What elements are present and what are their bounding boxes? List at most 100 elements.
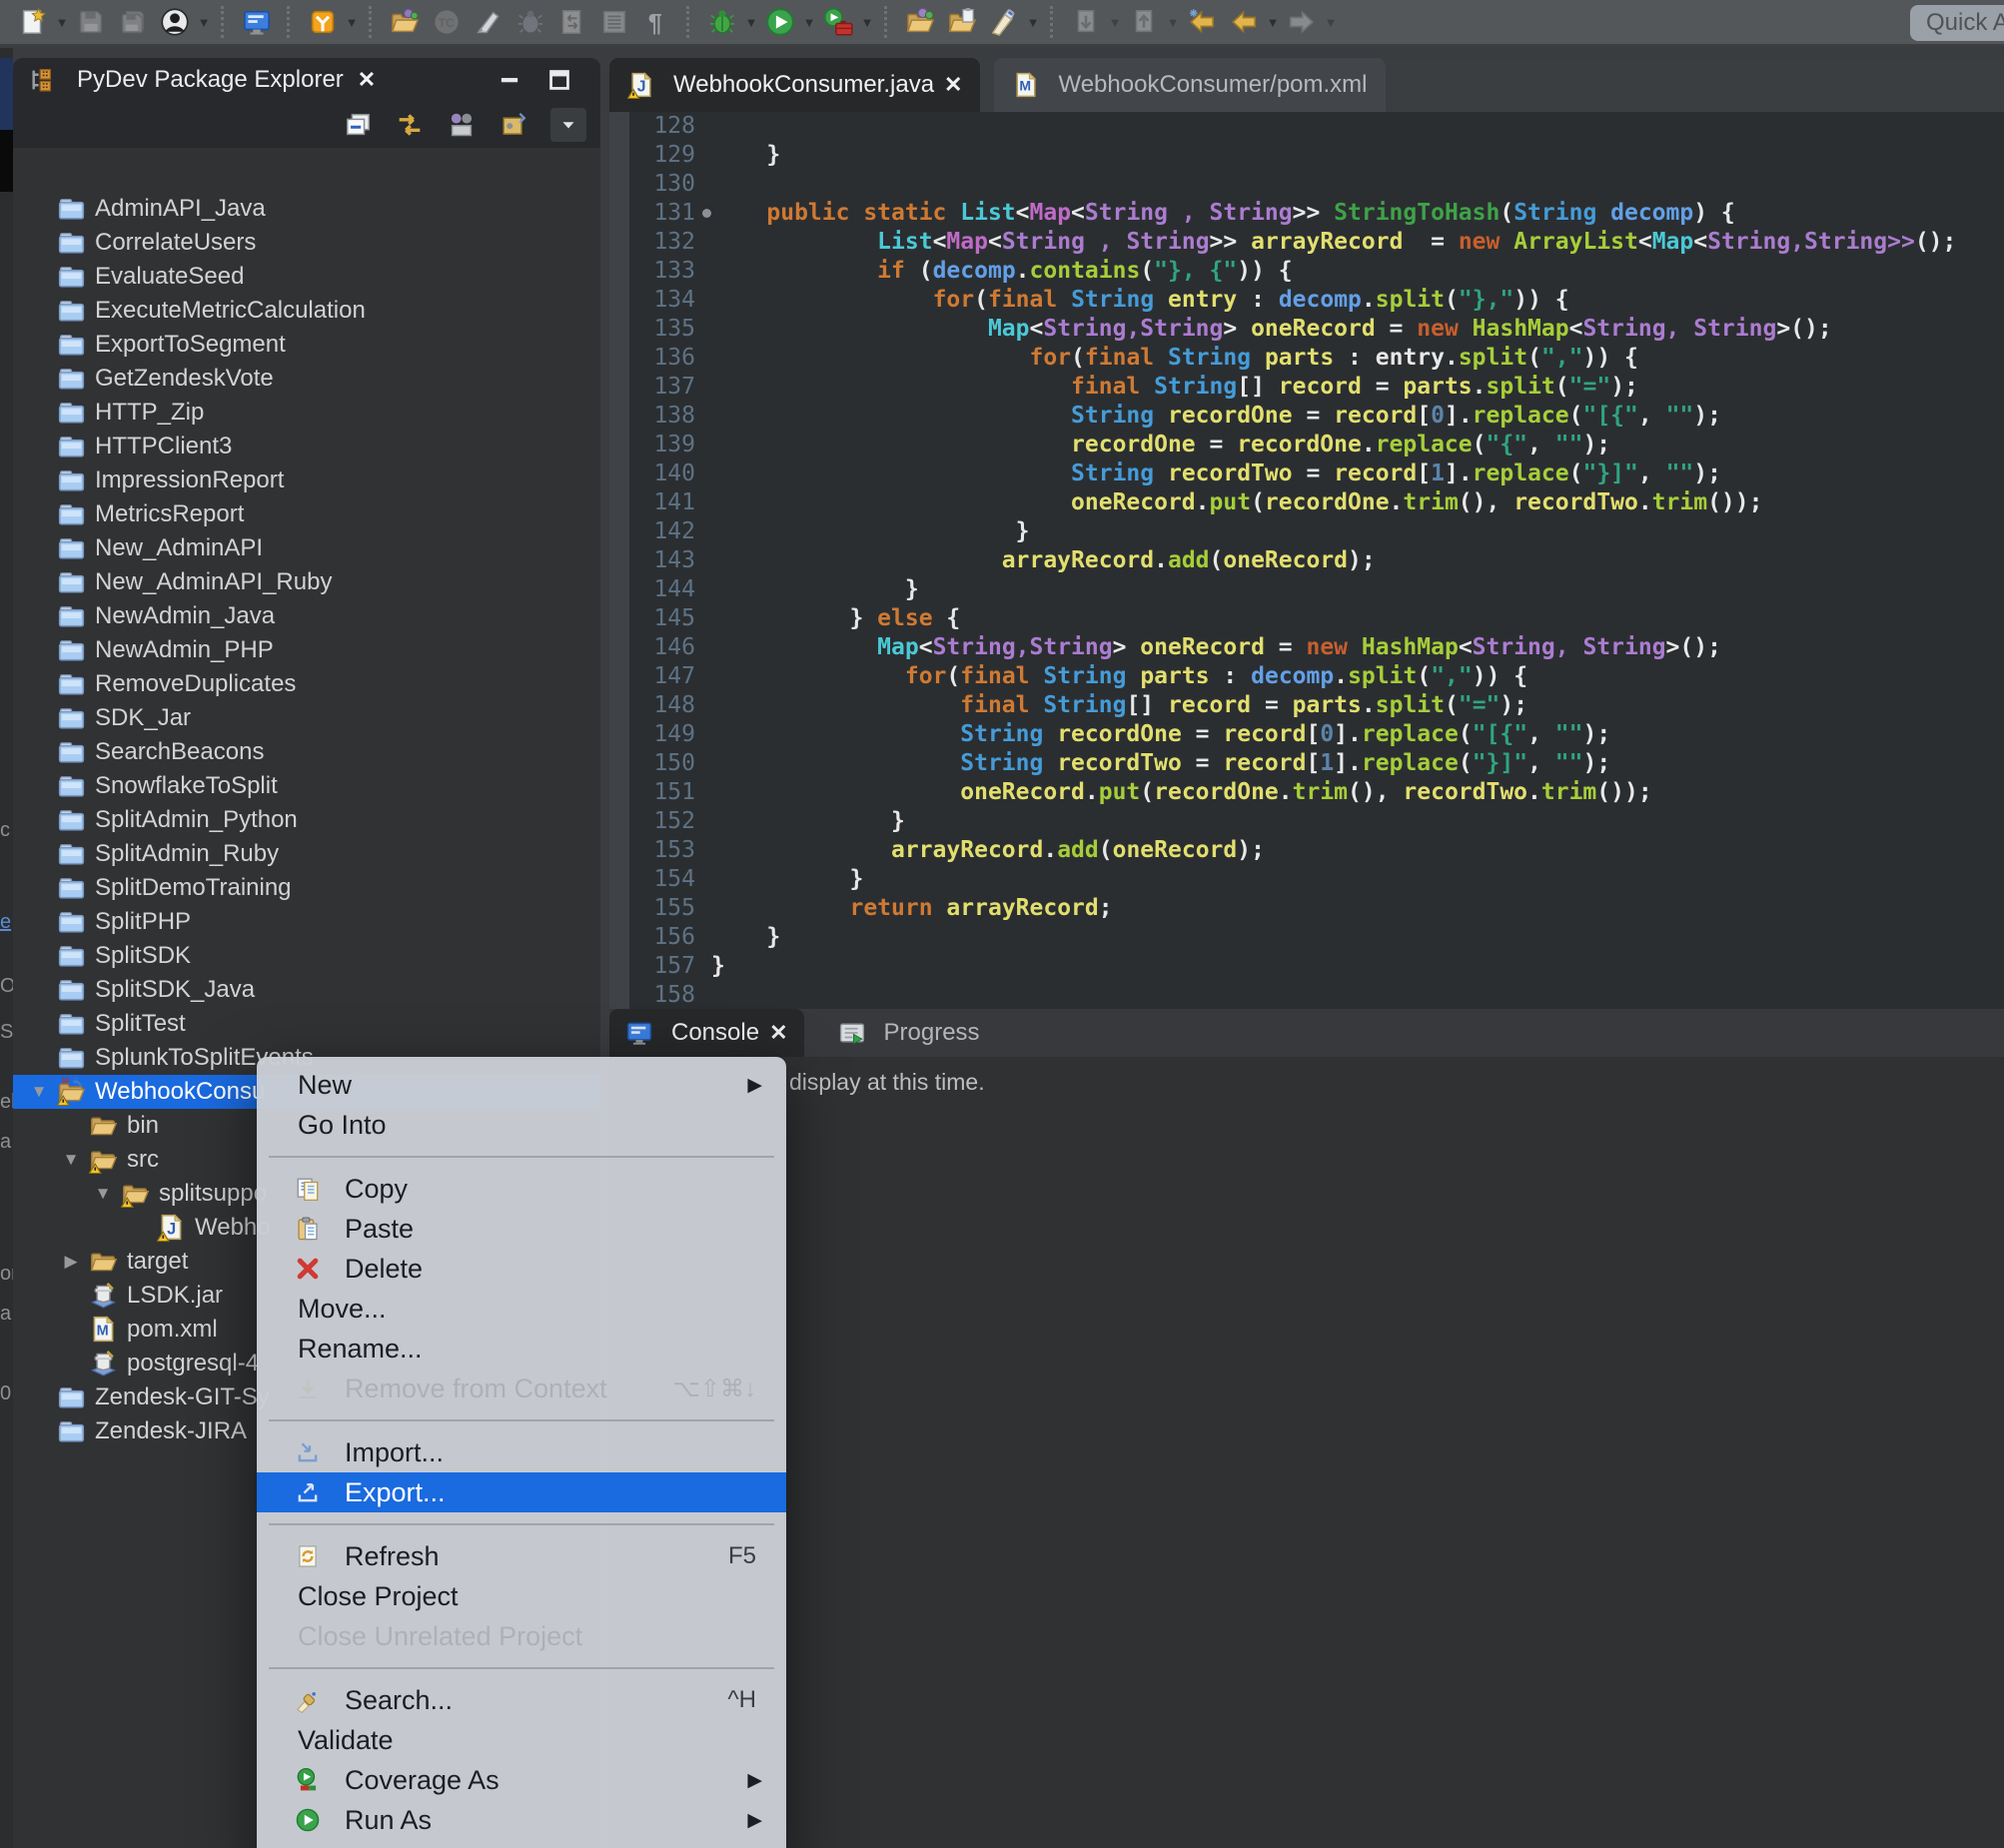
line-number[interactable]: 145 (609, 604, 711, 633)
expand-arrow-icon[interactable]: ▼ (61, 1150, 81, 1170)
line-number[interactable]: 132 (609, 228, 711, 257)
prev-annotation-dropdown-icon[interactable]: ▼ (1165, 15, 1181, 30)
tree-item-evaluateseed[interactable]: EvaluateSeed (13, 260, 600, 294)
line-number[interactable]: 128 (609, 112, 711, 141)
menu-item-search[interactable]: Search...^H (257, 1680, 786, 1720)
debug-dropdown-icon[interactable]: ▼ (743, 15, 759, 30)
tree-item-impressionreport[interactable]: ImpressionReport (13, 463, 600, 497)
line-number[interactable]: 146 (609, 633, 711, 662)
line-number[interactable]: 130 (609, 170, 711, 199)
forward-history-dropdown-icon[interactable]: ▼ (1323, 15, 1339, 30)
line-number[interactable]: 154 (609, 865, 711, 894)
line-number[interactable]: 141 (609, 488, 711, 517)
line-number[interactable]: 135 (609, 315, 711, 344)
tree-item-new-adminapi-ruby[interactable]: New_AdminAPI_Ruby (13, 565, 600, 599)
save-all-button[interactable] (112, 1, 154, 43)
run-button[interactable] (759, 1, 801, 43)
knife-tool-button[interactable] (468, 1, 509, 43)
split-tool-dropdown-icon[interactable]: ▼ (344, 15, 360, 30)
team-sync-button[interactable]: TC (426, 1, 468, 43)
menu-item-close-unrelated-project[interactable]: Close Unrelated Project (257, 1616, 786, 1656)
line-number[interactable]: 147 (609, 662, 711, 691)
last-edit-location-button[interactable] (1181, 1, 1223, 43)
line-number[interactable]: 150 (609, 749, 711, 778)
tree-item-httpclient3[interactable]: HTTPClient3 (13, 430, 600, 463)
menu-item-rename[interactable]: Rename... (257, 1329, 786, 1369)
profile-run-button[interactable] (817, 1, 859, 43)
show-whitespace-button[interactable]: ¶ (635, 1, 677, 43)
tab-pom-xml[interactable]: M WebhookConsumer/pom.xml (994, 58, 1385, 112)
close-icon[interactable]: ✕ (769, 1020, 787, 1046)
menu-item-copy[interactable]: Copy (257, 1169, 786, 1209)
tree-item-new-adminapi[interactable]: New_AdminAPI (13, 531, 600, 565)
close-icon[interactable]: ✕ (358, 67, 376, 93)
toggle-mark-button[interactable] (983, 1, 1025, 43)
maximize-icon[interactable] (546, 67, 572, 93)
close-icon[interactable]: ✕ (944, 72, 962, 98)
tree-item-correlateusers[interactable]: CorrelateUsers (13, 226, 600, 260)
menu-item-delete[interactable]: Delete (257, 1249, 786, 1289)
new-wizard-dropdown-icon[interactable]: ▼ (54, 15, 70, 30)
line-number[interactable]: 134 (609, 286, 711, 315)
line-number[interactable]: 129 (609, 141, 711, 170)
code-editor[interactable]: 128129 }130131 public static List<Map<St… (609, 112, 2004, 1009)
line-number[interactable]: 142 (609, 517, 711, 546)
line-number[interactable]: 144 (609, 575, 711, 604)
menu-item-export[interactable]: Export... (257, 1472, 786, 1512)
tree-item-snowflaketosplit[interactable]: SnowflakeToSplit (13, 769, 600, 803)
user-profile-dropdown-icon[interactable]: ▼ (196, 15, 212, 30)
back-history-dropdown-icon[interactable]: ▼ (1265, 15, 1281, 30)
view-menu-chevron-icon[interactable] (550, 108, 586, 142)
tree-item-adminapi-java[interactable]: AdminAPI_Java (13, 192, 600, 226)
expand-arrow-icon[interactable]: ▶ (61, 1252, 81, 1272)
menu-item-run-as[interactable]: Run As▶ (257, 1800, 786, 1840)
line-number[interactable]: 136 (609, 344, 711, 373)
tree-item-splitdemotraining[interactable]: SplitDemoTraining (13, 871, 600, 905)
compare-pages-button[interactable] (551, 1, 593, 43)
quick-access-button[interactable]: Quick A (1910, 5, 2004, 41)
line-number[interactable]: 157 (609, 952, 711, 981)
tree-item-splitadmin-python[interactable]: SplitAdmin_Python (13, 803, 600, 837)
tab-console[interactable]: Console ✕ (609, 1009, 804, 1057)
tree-item-splitadmin-ruby[interactable]: SplitAdmin_Ruby (13, 837, 600, 871)
line-number[interactable]: 143 (609, 546, 711, 575)
menu-item-validate[interactable]: Validate (257, 1720, 786, 1760)
menu-item-import[interactable]: Import... (257, 1432, 786, 1472)
line-number[interactable]: 151 (609, 778, 711, 807)
line-number[interactable]: 137 (609, 373, 711, 402)
split-tool-button[interactable] (302, 1, 344, 43)
line-number[interactable]: 148 (609, 691, 711, 720)
tree-item-splitsdk-java[interactable]: SplitSDK_Java (13, 973, 600, 1007)
tab-progress[interactable]: Progress (822, 1009, 996, 1057)
tree-item-getzendeskvote[interactable]: GetZendeskVote (13, 362, 600, 396)
line-number[interactable]: 155 (609, 894, 711, 923)
tree-item-splittest[interactable]: SplitTest (13, 1007, 600, 1041)
expand-arrow-icon[interactable]: ▼ (93, 1184, 113, 1204)
tree-item-removeduplicates[interactable]: RemoveDuplicates (13, 667, 600, 701)
tree-item-splitsdk[interactable]: SplitSDK (13, 939, 600, 973)
line-number[interactable]: 140 (609, 460, 711, 488)
pkga-icon[interactable] (447, 110, 477, 140)
new-wizard-button[interactable] (12, 1, 54, 43)
run-dropdown-icon[interactable]: ▼ (801, 15, 817, 30)
toggle-mark-dropdown-icon[interactable]: ▼ (1025, 15, 1041, 30)
prev-annotation-button[interactable] (1123, 1, 1165, 43)
tree-item-splitphp[interactable]: SplitPHP (13, 905, 600, 939)
menu-item-refresh[interactable]: RefreshF5 (257, 1536, 786, 1576)
line-number[interactable]: 138 (609, 402, 711, 431)
line-number[interactable]: 153 (609, 836, 711, 865)
line-number[interactable]: 156 (609, 923, 711, 952)
profile-bug-button[interactable] (509, 1, 551, 43)
debug-folder-button[interactable] (384, 1, 426, 43)
menu-item-remove-from-context[interactable]: Remove from Context⌥⇧⌘↓ (257, 1369, 786, 1408)
menu-item-go-into[interactable]: Go Into (257, 1105, 786, 1145)
open-task-button[interactable] (941, 1, 983, 43)
open-type-button[interactable] (899, 1, 941, 43)
line-number[interactable]: 149 (609, 720, 711, 749)
user-profile-button[interactable] (154, 1, 196, 43)
menu-item-coverage-as[interactable]: Coverage As▶ (257, 1760, 786, 1800)
collapseall-icon[interactable] (343, 110, 373, 140)
tree-item-http-zip[interactable]: HTTP_Zip (13, 396, 600, 430)
tree-item-searchbeacons[interactable]: SearchBeacons (13, 735, 600, 769)
menu-item-new[interactable]: New▶ (257, 1065, 786, 1105)
